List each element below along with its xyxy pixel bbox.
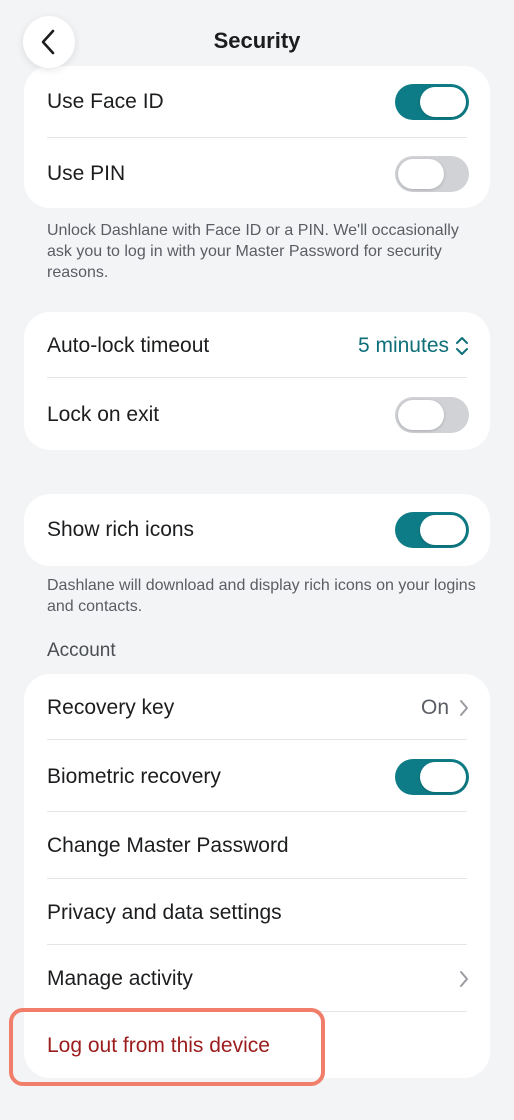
chevron-right-icon bbox=[460, 971, 468, 987]
logout-highlight-outline bbox=[9, 1008, 325, 1086]
divider bbox=[47, 878, 467, 879]
biometric-recovery-toggle[interactable] bbox=[395, 759, 469, 795]
auto-lock-label: Auto-lock timeout bbox=[47, 334, 210, 357]
toggle-knob bbox=[420, 87, 466, 117]
pin-toggle[interactable] bbox=[395, 156, 469, 192]
page-title: Security bbox=[213, 28, 301, 53]
pin-row[interactable]: Use PIN bbox=[47, 156, 490, 192]
rich-icons-footnote: Dashlane will download and display rich … bbox=[47, 577, 476, 615]
change-master-password-row[interactable]: Change Master Password bbox=[47, 828, 490, 864]
recovery-key-value-text: On bbox=[420, 696, 449, 719]
nav-header: Security bbox=[0, 0, 514, 86]
chevron-up-down-icon bbox=[456, 337, 468, 355]
privacy-settings-row[interactable]: Privacy and data settings bbox=[47, 895, 490, 931]
chevron-right-icon bbox=[460, 700, 468, 716]
recovery-key-value: On bbox=[421, 696, 469, 720]
face-id-toggle[interactable] bbox=[395, 84, 469, 120]
lock-on-exit-label: Lock on exit bbox=[47, 403, 160, 426]
divider bbox=[47, 811, 467, 812]
divider bbox=[47, 944, 467, 945]
manage-activity-row[interactable]: Manage activity bbox=[47, 961, 490, 997]
change-master-password-label: Change Master Password bbox=[47, 834, 289, 857]
face-id-row[interactable]: Use Face ID bbox=[47, 84, 490, 120]
toggle-knob bbox=[398, 159, 444, 189]
rich-icons-row[interactable]: Show rich icons bbox=[47, 512, 490, 548]
recovery-key-label: Recovery key bbox=[47, 696, 175, 719]
pin-label: Use PIN bbox=[47, 162, 126, 185]
face-id-label: Use Face ID bbox=[47, 90, 164, 113]
lock-on-exit-row[interactable]: Lock on exit bbox=[47, 397, 490, 433]
manage-activity-label: Manage activity bbox=[47, 967, 193, 990]
rich-icons-toggle[interactable] bbox=[395, 512, 469, 548]
divider bbox=[47, 739, 467, 740]
toggle-knob bbox=[420, 762, 466, 792]
divider bbox=[47, 377, 467, 378]
unlock-methods-card: Use Face ID Use PIN bbox=[24, 66, 490, 208]
divider bbox=[47, 137, 467, 138]
toggle-knob bbox=[398, 400, 444, 430]
recovery-key-row[interactable]: Recovery key On bbox=[47, 690, 490, 726]
privacy-settings-label: Privacy and data settings bbox=[47, 901, 282, 924]
rich-icons-card: Show rich icons bbox=[24, 494, 490, 566]
rich-icons-label: Show rich icons bbox=[47, 518, 195, 541]
auto-lock-row[interactable]: Auto-lock timeout 5 minutes bbox=[47, 328, 490, 364]
auto-lock-value-text: 5 minutes bbox=[357, 334, 449, 357]
auto-lock-value[interactable]: 5 minutes bbox=[358, 334, 469, 358]
biometric-recovery-label: Biometric recovery bbox=[47, 765, 221, 788]
biometric-recovery-row[interactable]: Biometric recovery bbox=[47, 759, 490, 795]
lock-on-exit-toggle[interactable] bbox=[395, 397, 469, 433]
unlock-footnote: Unlock Dashlane with Face ID or a PIN. W… bbox=[47, 222, 459, 281]
security-settings-screen: Use Face ID Use PIN Security Unlock Dash… bbox=[0, 0, 514, 1120]
toggle-knob bbox=[420, 515, 466, 545]
auto-lock-card: Auto-lock timeout 5 minutes Lock on exit bbox=[24, 312, 490, 450]
account-section-title: Account bbox=[47, 640, 116, 661]
